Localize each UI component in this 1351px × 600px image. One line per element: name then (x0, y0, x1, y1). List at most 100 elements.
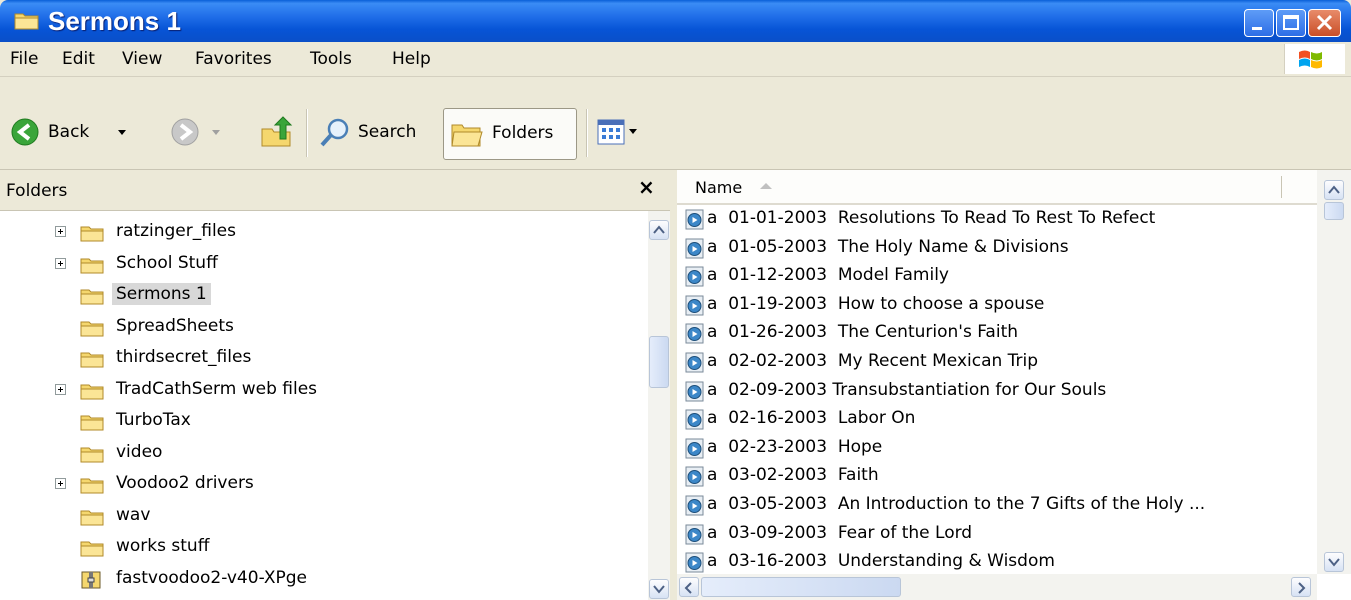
back-arrow-icon (11, 118, 39, 146)
folder-tree-item[interactable]: SpreadSheets (0, 312, 640, 342)
folder-icon (80, 384, 104, 399)
expand-plus-icon[interactable] (55, 478, 66, 489)
folder-tree-label: thirdsecret_files (116, 347, 252, 367)
audio-file-icon (685, 524, 704, 545)
scroll-up-button[interactable] (649, 220, 669, 240)
folder-tree-item[interactable]: wav (0, 501, 640, 531)
file-list-item[interactable]: a 03-02-2003 Faith (685, 462, 1305, 491)
file-list-item[interactable]: a 01-19-2003 How to choose a spouse (685, 291, 1305, 320)
forward-arrow-icon (171, 118, 199, 146)
audio-file-icon (685, 495, 704, 516)
maximize-button[interactable] (1276, 9, 1306, 37)
files-scroll-down-button[interactable] (1324, 552, 1344, 572)
search-button[interactable]: Search (318, 117, 434, 153)
folder-icon (80, 447, 104, 462)
expand-plus-icon[interactable] (55, 226, 66, 237)
audio-file-icon (685, 323, 704, 344)
menu-help[interactable]: Help (392, 49, 431, 69)
windows-flag-icon (1299, 50, 1322, 69)
file-name: a 03-09-2003 Fear of the Lord (707, 522, 973, 543)
folder-icon (80, 510, 104, 525)
menu-edit[interactable]: Edit (62, 49, 95, 69)
scroll-down-button[interactable] (649, 579, 669, 599)
folder-tree-label: ratzinger_files (116, 221, 236, 241)
views-button[interactable] (596, 117, 652, 153)
folder-tree-item[interactable]: ratzinger_files (0, 217, 640, 247)
expand-plus-icon[interactable] (55, 257, 66, 269)
folder-tree-item[interactable]: video (0, 438, 640, 468)
file-list-item[interactable]: a 03-16-2003 Understanding & Wisdom (685, 548, 1305, 577)
file-list-item[interactable]: a 01-01-2003 Resolutions To Read To Rest… (685, 205, 1305, 234)
scroll-left-button[interactable] (679, 577, 699, 597)
file-list-item[interactable]: a 01-26-2003 The Centurion's Faith (685, 319, 1305, 348)
folder-tree-item[interactable]: TurboTax (0, 406, 640, 436)
file-list-item[interactable]: a 03-05-2003 An Introduction to the 7 Gi… (685, 491, 1305, 520)
title-bar[interactable]: Sermons 1 (0, 0, 1351, 42)
chevron-down-icon (653, 585, 665, 594)
audio-file-icon (685, 352, 704, 373)
audio-file-icon (685, 466, 704, 487)
file-name: a 01-05-2003 The Holy Name & Divisions (707, 236, 1069, 257)
file-list-item[interactable]: a 02-02-2003 My Recent Mexican Trip (685, 348, 1305, 377)
folder-tree-label: Voodoo2 drivers (116, 473, 254, 493)
folder-icon (80, 352, 104, 368)
folders-label: Folders (492, 123, 554, 143)
menu-view[interactable]: View (122, 49, 162, 69)
back-button[interactable]: Back (10, 117, 150, 153)
folder-icon (80, 478, 104, 494)
up-folder-button[interactable] (260, 115, 294, 151)
menu-favorites[interactable]: Favorites (195, 49, 272, 69)
file-list-item[interactable]: a 03-09-2003 Fear of the Lord (685, 520, 1305, 549)
files-vertical-scrollbar[interactable] (1317, 170, 1351, 574)
file-list-item[interactable]: a 02-09-2003 Transubstantiation for Our … (685, 377, 1305, 406)
folder-icon (80, 415, 104, 431)
minimize-icon (1252, 27, 1262, 30)
folder-icon (80, 289, 104, 305)
scroll-thumb[interactable] (649, 336, 669, 388)
folder-tree-item[interactable]: works stuff (0, 532, 640, 562)
back-label: Back (48, 122, 90, 142)
folders-button[interactable]: Folders (443, 108, 577, 160)
folders-vertical-scrollbar[interactable] (648, 211, 670, 600)
chevron-up-icon (1328, 185, 1340, 194)
folder-icon (14, 13, 39, 30)
menu-file[interactable]: File (10, 49, 38, 69)
name-column-header[interactable]: Name (677, 170, 1317, 205)
file-list-item[interactable]: a 01-12-2003 Model Family (685, 262, 1305, 291)
file-name: a 01-12-2003 Model Family (707, 265, 949, 286)
minimize-button[interactable] (1244, 9, 1274, 37)
folder-tree-item[interactable]: School Stuff (0, 249, 640, 279)
file-name: a 01-19-2003 How to choose a spouse (707, 293, 1045, 314)
folder-tree-item[interactable]: fastvoodoo2-v40-XPge (0, 564, 640, 594)
folder-tree-item[interactable]: TradCathSerm web files (0, 375, 640, 405)
file-list-item[interactable]: a 01-05-2003 The Holy Name & Divisions (685, 234, 1305, 263)
audio-file-icon (685, 209, 704, 230)
close-button[interactable] (1308, 9, 1341, 37)
folders-pane: Folders × ratzinger_files School Stuff Ser… (0, 170, 670, 600)
search-icon (320, 118, 349, 147)
files-horizontal-scrollbar[interactable] (677, 574, 1317, 600)
forward-button[interactable] (170, 117, 230, 153)
chevron-down-icon[interactable] (118, 129, 128, 137)
folder-tree-item[interactable]: Sermons 1 (0, 280, 640, 310)
folder-tree-label: wav (116, 504, 151, 525)
file-list-item[interactable]: a 02-23-2003 Hope (685, 434, 1305, 463)
window-title: Sermons 1 (48, 6, 181, 36)
audio-file-icon (685, 381, 704, 402)
windows-logo (1284, 44, 1345, 74)
files-scroll-up-button[interactable] (1324, 180, 1344, 200)
files-scroll-thumb[interactable] (1324, 202, 1344, 220)
close-folders-pane-button[interactable]: × (638, 175, 655, 199)
file-name: a 03-02-2003 Faith (707, 465, 879, 486)
folder-icon (80, 541, 104, 557)
explorer-window: Sermons 1 File Edit View Favorites Tools… (0, 0, 1351, 600)
scroll-right-button[interactable] (1291, 577, 1311, 597)
audio-file-icon (685, 238, 704, 259)
folder-tree-item[interactable]: Voodoo2 drivers (0, 469, 640, 499)
horizontal-scroll-thumb[interactable] (701, 577, 901, 597)
file-list-item[interactable]: a 02-16-2003 Labor On (685, 405, 1305, 434)
audio-file-icon (685, 266, 704, 287)
menu-tools[interactable]: Tools (310, 49, 352, 69)
expand-plus-icon[interactable] (55, 383, 66, 395)
folder-tree-item[interactable]: thirdsecret_files (0, 343, 640, 373)
